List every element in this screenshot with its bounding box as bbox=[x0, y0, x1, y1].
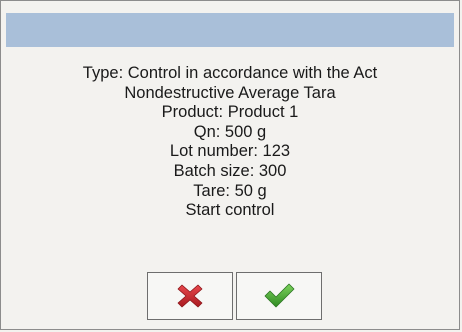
checkmark-icon bbox=[262, 281, 296, 311]
message-line-method: Nondestructive Average Tara bbox=[124, 83, 336, 102]
message-line-qn: Qn: 500 g bbox=[193, 122, 267, 141]
message-line-type: Type: Control in accordance with the Act bbox=[82, 64, 378, 82]
message-line-product: Product: Product 1 bbox=[161, 103, 299, 122]
message-line-prompt: Start control bbox=[185, 201, 275, 220]
confirm-button[interactable] bbox=[236, 272, 322, 320]
message-line-batch-size: Batch size: 300 bbox=[173, 161, 287, 180]
cancel-button[interactable] bbox=[147, 272, 233, 320]
dialog-message: Type: Control in accordance with the Act… bbox=[6, 64, 454, 221]
cross-icon bbox=[175, 281, 205, 311]
message-line-tare: Tare: 50 g bbox=[193, 181, 267, 200]
confirmation-dialog: Type: Control in accordance with the Act… bbox=[0, 0, 460, 330]
message-line-lot-number: Lot number: 123 bbox=[169, 142, 291, 161]
dialog-title-bar bbox=[6, 13, 454, 47]
